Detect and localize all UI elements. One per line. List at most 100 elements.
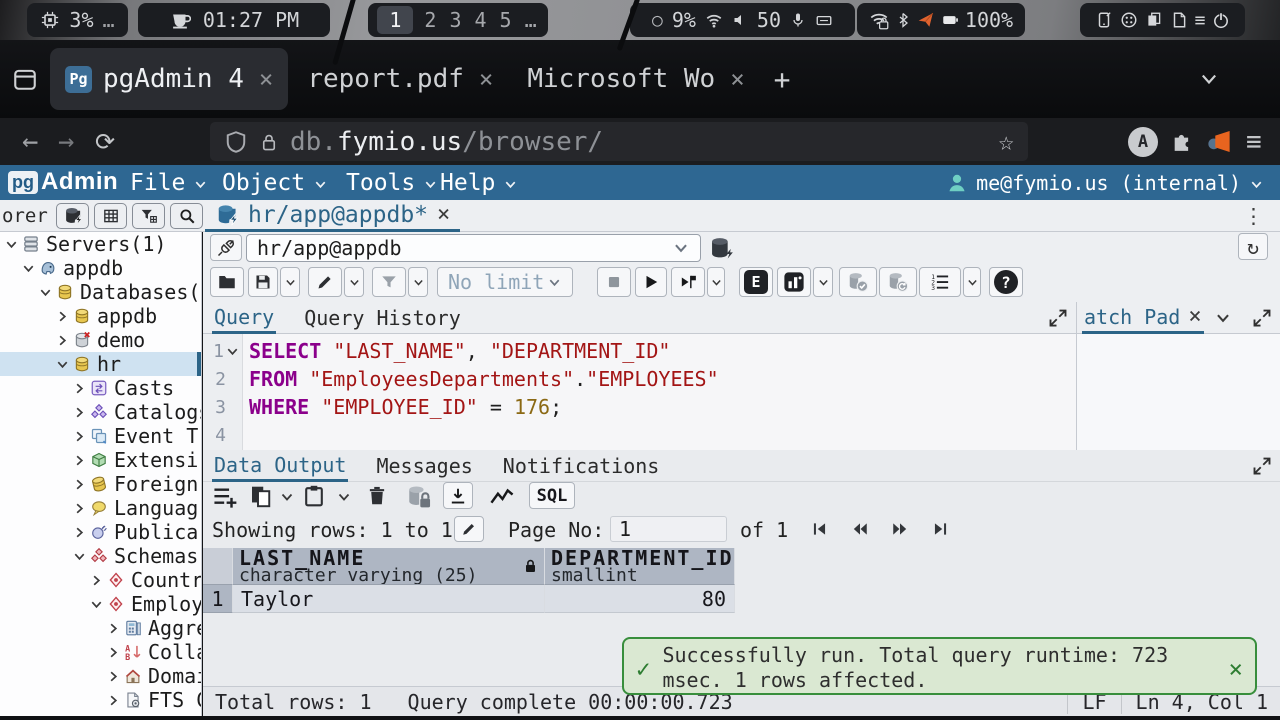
tree-item-fts-c[interactable]: FTS C — [0, 688, 201, 712]
account-menu[interactable]: me@fymio.us (internal) — [946, 165, 1264, 200]
tree-item-publica[interactable]: Publica — [0, 520, 201, 544]
sql-button[interactable]: SQL — [529, 482, 575, 509]
tray-menu-icon[interactable]: ≡ — [1195, 10, 1206, 31]
close-toast-icon[interactable]: × — [1229, 655, 1243, 683]
workspace-5[interactable]: 5 — [498, 8, 514, 32]
delete-icon[interactable] — [366, 484, 388, 508]
tree-item-languag[interactable]: Languag — [0, 496, 201, 520]
scratch-pad-menu-icon[interactable] — [1214, 309, 1232, 327]
pg-prev-button[interactable] — [845, 516, 875, 542]
browser-tab[interactable]: report.pdf× — [292, 48, 508, 110]
browser-menu-icon[interactable]: ≡ — [1246, 118, 1262, 165]
sql-line[interactable]: WHERE "EMPLOYEE_ID" = 176; — [249, 393, 1076, 421]
workspace-1[interactable]: 1 — [377, 6, 413, 34]
tree-item-countr[interactable]: Countr — [0, 568, 201, 592]
tree-item-colla[interactable]: ABColla — [0, 640, 201, 664]
explain-menu-button[interactable] — [813, 267, 833, 297]
help-button[interactable]: ? — [989, 267, 1023, 297]
filter-menu-button[interactable] — [408, 267, 428, 297]
extension-megaphone-icon[interactable] — [1206, 128, 1233, 155]
column-header-department_id[interactable]: DEPARTMENT_IDsmallint — [545, 548, 735, 585]
scratch-pad-tab[interactable]: atch Pad × — [1082, 302, 1204, 334]
edit-menu-button[interactable] — [344, 267, 364, 297]
tree-item-databases-[interactable]: Databases( — [0, 280, 201, 304]
tracking-shield-icon[interactable] — [224, 130, 248, 154]
tree-item-foreign[interactable]: Foreign — [0, 472, 201, 496]
copy-menu-icon[interactable] — [279, 489, 295, 505]
search-objects-button[interactable] — [170, 203, 203, 229]
https-lock-icon[interactable] — [259, 130, 279, 154]
filtered-rows-button[interactable] — [132, 203, 165, 229]
explain-button[interactable]: E — [739, 267, 773, 297]
new-connection-icon[interactable] — [708, 235, 734, 261]
close-tab-icon[interactable]: × — [437, 202, 450, 227]
tree-item-extensi[interactable]: Extensi — [0, 448, 201, 472]
tab-close-icon[interactable]: × — [730, 65, 744, 93]
documents-icon[interactable] — [1145, 11, 1163, 29]
download-button[interactable] — [443, 482, 473, 509]
sql-line[interactable]: FROM "EmployeesDepartments"."EMPLOYEES" — [249, 365, 1076, 393]
row-limit-dropdown[interactable]: No limit — [437, 267, 573, 297]
graph-visualiser-icon[interactable] — [488, 484, 516, 510]
browser-tab[interactable]: PgpgAdmin 4× — [50, 48, 288, 110]
copy-icon[interactable] — [249, 484, 273, 508]
cpu-widget[interactable]: 3% … — [27, 3, 128, 37]
filter-button[interactable] — [372, 267, 406, 297]
palette-icon[interactable] — [1120, 11, 1138, 29]
edit-range-button[interactable] — [454, 516, 484, 542]
query-tool-tab[interactable]: hr/app@appdb* × — [205, 200, 460, 232]
forward-button[interactable]: → — [58, 118, 74, 165]
back-button[interactable]: ← — [22, 118, 38, 165]
commit-button[interactable] — [839, 267, 877, 297]
system-tray[interactable]: ≡ — [1080, 3, 1245, 37]
workspace-3[interactable]: 3 — [447, 8, 463, 32]
workspace-4[interactable]: 4 — [473, 8, 489, 32]
connection-dropdown[interactable]: hr/app@appdb — [246, 234, 701, 262]
tree-item-hr[interactable]: hr — [0, 352, 201, 376]
page-no-input[interactable]: 1 — [610, 516, 727, 542]
tree-item-domai[interactable]: Domai — [0, 664, 201, 688]
workspace-2[interactable]: 2 — [422, 8, 438, 32]
paste-menu-icon[interactable] — [336, 489, 352, 505]
tree-item-appdb[interactable]: appdb — [0, 304, 201, 328]
tree-item-demo[interactable]: demo — [0, 328, 201, 352]
sql-code[interactable]: SELECT "LAST_NAME", "DEPARTMENT_ID"FROM … — [249, 337, 1076, 449]
macros-button[interactable]: 123 — [919, 267, 961, 297]
menu-object[interactable]: Object — [222, 165, 328, 200]
maximize-output-icon[interactable] — [1252, 456, 1272, 476]
tab-close-icon[interactable]: × — [259, 65, 273, 93]
status-widget[interactable]: ○ 9% 50 — [630, 3, 855, 37]
tab-data-output[interactable]: Data Output — [212, 450, 348, 482]
tab-query-history[interactable]: Query History — [302, 302, 463, 334]
save-menu-button[interactable] — [280, 267, 300, 297]
tab-messages[interactable]: Messages — [374, 450, 474, 482]
tree-item-employ[interactable]: Employ — [0, 592, 201, 616]
maximize-editor-icon[interactable] — [1048, 308, 1068, 328]
open-file-button[interactable] — [210, 267, 244, 297]
pg-next-button[interactable] — [885, 516, 915, 542]
tree-item-servers-1-[interactable]: Servers(1) — [0, 232, 201, 256]
refresh-button[interactable]: ↻ — [1238, 233, 1268, 260]
tab-notifications[interactable]: Notifications — [501, 450, 662, 482]
power-icon[interactable] — [1212, 11, 1230, 29]
clock-widget[interactable]: 01:27 PM — [138, 3, 330, 37]
stop-button[interactable] — [597, 267, 631, 297]
tree-item-catalogs[interactable]: Catalogs — [0, 400, 201, 424]
list-all-tabs-icon[interactable] — [1198, 68, 1220, 90]
close-scratch-pad-icon[interactable]: × — [1188, 304, 1201, 329]
row-number[interactable]: 1 — [203, 585, 233, 613]
bookmark-star-icon[interactable]: ☆ — [998, 127, 1014, 157]
connection-status-button[interactable] — [210, 234, 242, 261]
url-bar[interactable]: db.fymio.us/browser/ ☆ — [210, 122, 1028, 161]
macros-menu-button[interactable] — [963, 267, 981, 297]
maximize-scratch-pad-icon[interactable] — [1252, 308, 1272, 328]
menu-help[interactable]: Help — [440, 165, 518, 200]
grid-cell[interactable]: Taylor — [233, 585, 545, 613]
grid-corner[interactable] — [203, 548, 233, 585]
grid-cell[interactable]: 80 — [545, 585, 735, 613]
menu-tools[interactable]: Tools — [346, 165, 438, 200]
phone-icon[interactable] — [1095, 11, 1113, 29]
sql-editor[interactable]: 1234 SELECT "LAST_NAME", "DEPARTMENT_ID"… — [203, 334, 1076, 450]
browser-tab[interactable]: Microsoft Wo× — [512, 48, 759, 110]
workspace-…[interactable]: … — [523, 8, 539, 32]
